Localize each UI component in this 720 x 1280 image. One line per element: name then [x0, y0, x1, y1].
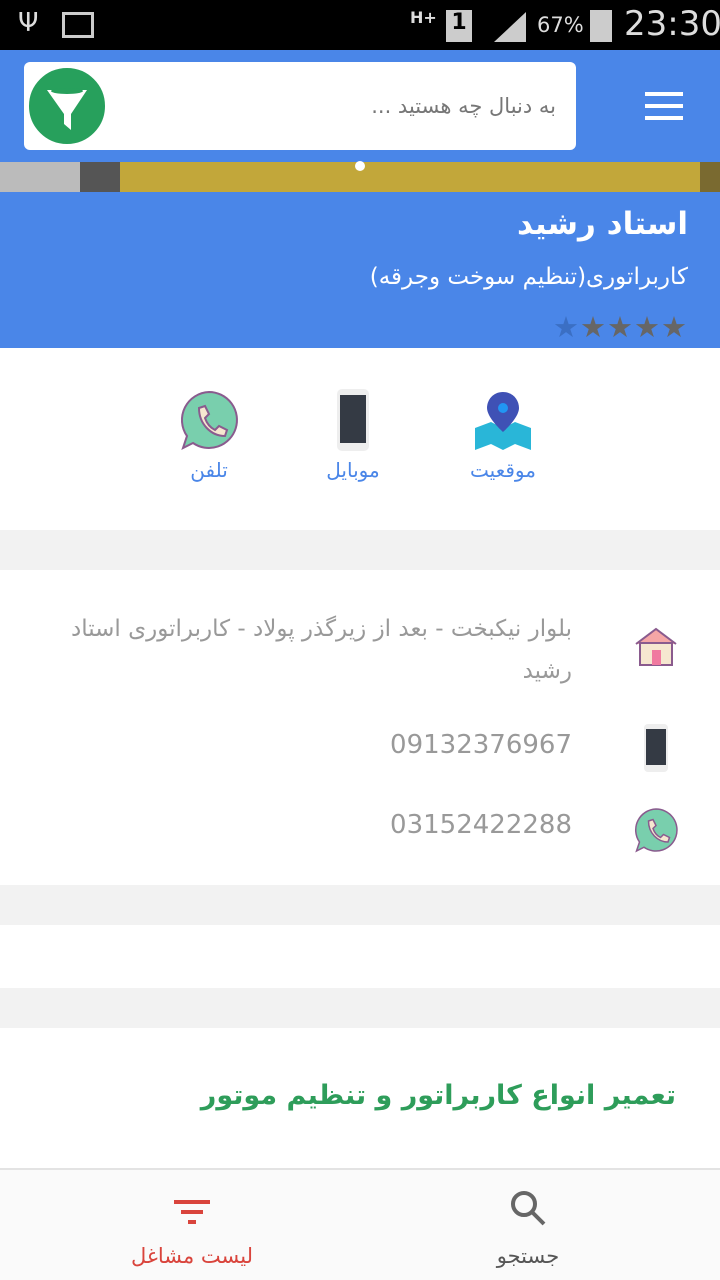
map-location-icon	[448, 388, 558, 452]
mobile-button[interactable]: موبایل	[298, 388, 408, 482]
clock: 23:30	[624, 4, 720, 44]
app-header	[0, 50, 720, 162]
tab-search[interactable]: جستجو	[428, 1188, 628, 1268]
tab-business-list-label: لیست مشاغل	[130, 1244, 254, 1268]
tab-search-label: جستجو	[496, 1244, 560, 1268]
business-info: استاد رشید کاربراتوری(تنظیم سوخت وجرقه) …	[0, 192, 720, 348]
image-icon	[62, 12, 94, 38]
location-label: موقعیت	[470, 458, 536, 482]
search-icon	[428, 1188, 628, 1234]
star-icon: ★	[580, 310, 607, 344]
battery-icon	[590, 10, 612, 42]
network-type: H+	[410, 8, 437, 27]
mobile-label: موبایل	[326, 458, 380, 482]
phone-number[interactable]: 03152422288	[390, 810, 572, 840]
filter-list-icon	[92, 1188, 292, 1234]
hamburger-icon[interactable]	[645, 92, 683, 120]
status-bar: Ψ H+ 1 67% 23:30	[0, 0, 720, 50]
carousel-indicator	[355, 161, 365, 171]
business-category: کاربراتوری(تنظیم سوخت وجرقه)	[369, 264, 688, 290]
contact-details: بلوار نیکبخت - بعد از زیرگذر پولاد - کار…	[0, 570, 720, 885]
address-text: بلوار نیکبخت - بعد از زیرگذر پولاد - کار…	[70, 616, 572, 684]
sim-icon: 1	[446, 10, 472, 42]
star-icon: ★	[661, 310, 688, 344]
phone-button[interactable]: تلفن	[154, 388, 264, 482]
usb-icon: Ψ	[18, 8, 39, 38]
location-button[interactable]: موقعیت	[448, 388, 558, 482]
funnel-icon[interactable]	[26, 65, 108, 147]
mobile-icon	[644, 724, 668, 772]
phone-chat-icon	[154, 388, 264, 452]
phone-label: تلفن	[190, 458, 228, 482]
mobile-number[interactable]: 09132376967	[390, 730, 572, 760]
star-icon: ★	[634, 310, 661, 344]
star-icon: ★	[607, 310, 634, 344]
rating-stars: ★★★★★	[553, 310, 688, 344]
search-bar	[24, 62, 576, 150]
star-icon: ★	[553, 310, 580, 344]
description-text: تعمیر انواع کاربراتور و تنظیم موتور	[200, 1080, 676, 1111]
bottom-nav: جستجو لیست مشاغل	[0, 1168, 720, 1280]
search-input[interactable]	[156, 84, 556, 128]
phone-chat-icon	[632, 806, 680, 858]
contact-actions: موقعیت موبایل تلفن	[0, 348, 720, 530]
mobile-icon	[298, 388, 408, 452]
battery-percent: 67%	[537, 13, 584, 37]
description-section: تعمیر انواع کاربراتور و تنظیم موتور	[0, 1028, 720, 1168]
signal-icon	[494, 12, 526, 42]
empty-section	[0, 925, 720, 988]
tab-business-list[interactable]: لیست مشاغل	[92, 1188, 292, 1268]
business-name: استاد رشید	[517, 206, 688, 242]
house-icon	[632, 626, 680, 672]
